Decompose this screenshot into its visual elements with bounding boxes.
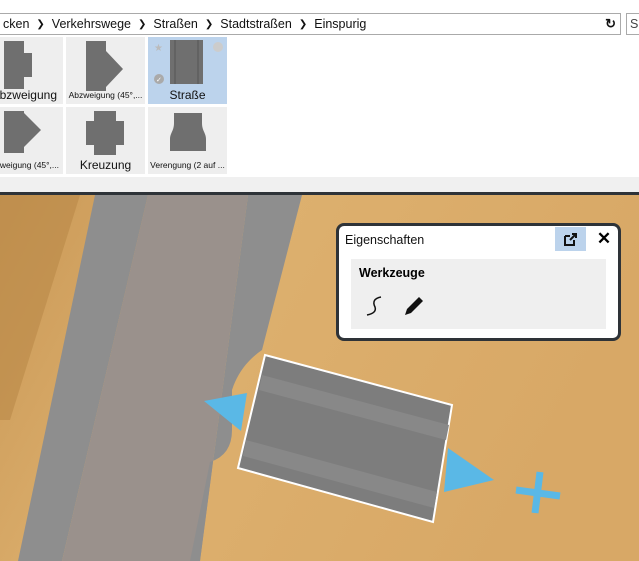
breadcrumb-item[interactable]: Einspurig bbox=[314, 17, 366, 31]
properties-panel: Eigenschaften ✕ Werkzeuge bbox=[336, 223, 621, 341]
popout-button[interactable] bbox=[555, 227, 586, 251]
breadcrumb-item[interactable]: cken bbox=[3, 17, 29, 31]
tile-label: Kreuzung bbox=[79, 158, 132, 172]
curve-icon bbox=[366, 296, 382, 316]
chevron-right-icon: ❯ bbox=[298, 18, 308, 30]
tile-verengung[interactable]: Verengung (2 auf ... bbox=[148, 107, 227, 174]
close-button[interactable]: ✕ bbox=[593, 229, 615, 251]
breadcrumb: cken ❯ Verkehrswege ❯ Straßen ❯ Stadtstraße… bbox=[0, 13, 621, 35]
tools-section: Werkzeuge bbox=[351, 259, 606, 329]
section-heading: Werkzeuge bbox=[359, 266, 425, 280]
search-input[interactable]: Su bbox=[626, 13, 639, 35]
tile-abzweigung-45-b[interactable]: weigung (45°,... bbox=[0, 107, 63, 174]
tile-abzweigung[interactable]: bzweigung bbox=[0, 37, 63, 104]
tile-abzweigung-45[interactable]: Abzweigung (45°,... bbox=[66, 37, 145, 104]
tile-label: bzweigung bbox=[0, 88, 57, 102]
chevron-right-icon: ❯ bbox=[138, 18, 147, 30]
tile-label: Verengung (2 auf ... bbox=[150, 160, 225, 170]
tile-label: weigung (45°,... bbox=[0, 160, 59, 170]
tile-kreuzung[interactable]: Kreuzung bbox=[66, 107, 145, 174]
svg-text:✓: ✓ bbox=[156, 77, 162, 84]
tile-label: Straße bbox=[169, 88, 206, 102]
close-icon: ✕ bbox=[596, 229, 612, 248]
catalog-panel: cken ❯ Verkehrswege ❯ Straßen ❯ Stadtstraße… bbox=[0, 0, 639, 178]
panel-footer bbox=[0, 177, 639, 192]
tile-strasse[interactable]: ★ ✓ Straße bbox=[148, 37, 227, 104]
panel-title: Eigenschaften bbox=[345, 233, 425, 247]
refresh-icon[interactable]: ↻ bbox=[605, 16, 616, 32]
breadcrumb-item[interactable]: Stadtstraßen bbox=[220, 17, 292, 31]
svg-text:★: ★ bbox=[154, 43, 163, 54]
external-link-icon bbox=[564, 232, 577, 246]
breadcrumb-item[interactable]: Verkehrswege bbox=[52, 17, 131, 31]
curve-tool-button[interactable] bbox=[363, 293, 391, 319]
chevron-right-icon: ❯ bbox=[36, 18, 45, 30]
breadcrumb-item[interactable]: Straßen bbox=[153, 17, 197, 31]
chevron-right-icon: ❯ bbox=[204, 18, 214, 30]
pencil-tool-button[interactable] bbox=[401, 293, 429, 319]
tile-label: Abzweigung (45°,... bbox=[68, 90, 143, 100]
pencil-icon bbox=[405, 297, 423, 315]
